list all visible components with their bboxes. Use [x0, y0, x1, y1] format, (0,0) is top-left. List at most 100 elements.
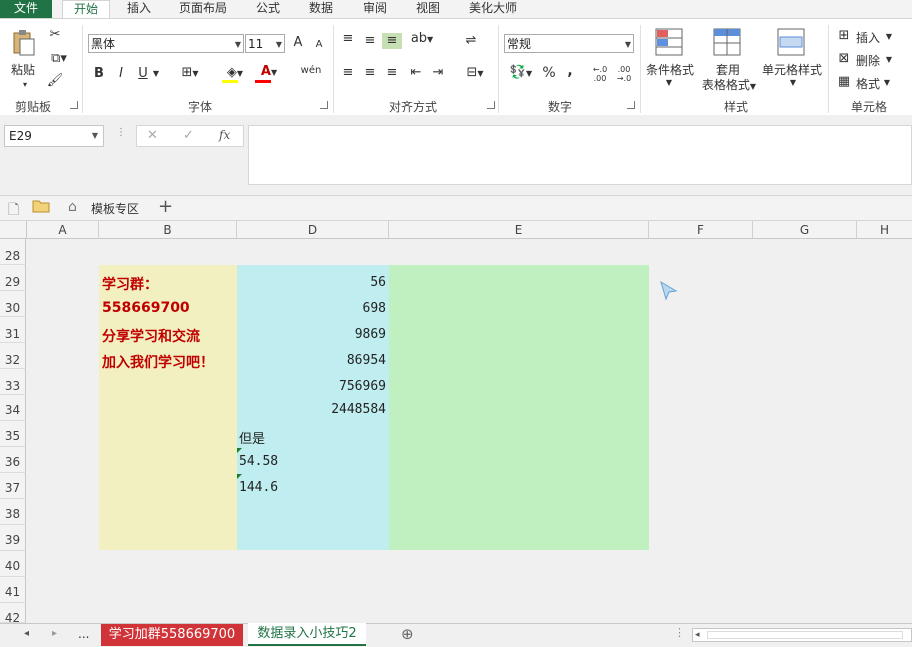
scroll-right-icon[interactable]: ▸ — [52, 628, 57, 639]
select-all-corner[interactable] — [0, 221, 27, 239]
font-color-icon[interactable]: A▼ — [254, 64, 284, 81]
wrap-text-icon[interactable]: ⇌ — [462, 33, 480, 49]
cell-b29[interactable]: 学习群： — [102, 274, 158, 294]
folder-icon[interactable] — [32, 198, 50, 218]
increase-indent-icon[interactable]: ⇥ — [430, 65, 446, 81]
chevron-down-icon[interactable]: ▼ — [150, 66, 162, 82]
number-launcher-icon[interactable] — [627, 101, 635, 109]
tab-beautify[interactable]: 美化大师 — [462, 0, 524, 18]
sheet-tab-1[interactable]: 学习加群558669700 — [101, 624, 243, 646]
decrease-decimal-icon[interactable]: .00 →.0 — [614, 65, 634, 83]
tab-data[interactable]: 数据 — [300, 0, 342, 18]
chevron-down-icon[interactable]: ▼ — [884, 29, 894, 45]
align-top-icon[interactable]: ≡ — [340, 31, 356, 47]
bold-button[interactable]: B — [92, 66, 106, 82]
cell-d34[interactable]: 2448584 — [237, 402, 389, 417]
row-header-42[interactable]: 42 — [0, 603, 26, 623]
tab-split-handle[interactable]: ⋮ — [674, 626, 685, 639]
tab-home[interactable]: 开始 — [62, 0, 110, 19]
format-cells-icon[interactable]: ▦ — [836, 74, 852, 90]
delete-cells-icon[interactable]: ⊠ — [836, 51, 852, 67]
align-center-icon[interactable]: ≡ — [362, 65, 378, 81]
insert-cells-icon[interactable]: ⊞ — [836, 28, 852, 44]
column-header-a[interactable]: A — [27, 221, 99, 239]
tab-page-layout[interactable]: 页面布局 — [172, 0, 234, 18]
tab-insert[interactable]: 插入 — [118, 0, 160, 18]
underline-button[interactable]: U — [136, 66, 150, 82]
alignment-launcher-icon[interactable] — [487, 101, 495, 109]
new-file-icon[interactable]: 🗋 — [8, 199, 19, 223]
number-format-select[interactable]: 常规 ▼ — [504, 34, 634, 53]
grow-font-icon[interactable]: A — [290, 35, 306, 51]
conditional-format-icon[interactable] — [654, 27, 684, 57]
format-cells-button[interactable]: 格式 — [854, 75, 882, 92]
row-header-34[interactable]: 34 — [0, 395, 26, 421]
cancel-icon[interactable]: ✕ — [147, 128, 158, 143]
table-format-button[interactable]: 表格格式▼ — [696, 76, 762, 93]
shrink-font-icon[interactable]: A — [312, 37, 326, 53]
cell-b30[interactable]: 558669700 — [102, 300, 190, 316]
horizontal-scrollbar[interactable]: ◂ — [692, 628, 912, 642]
cell-d37[interactable]: 144.6 — [236, 480, 278, 495]
scroll-left-icon[interactable]: ◂ — [24, 628, 29, 639]
scrollbar-thumb[interactable] — [707, 631, 903, 639]
row-header-32[interactable]: 32 — [0, 343, 26, 369]
row-header-31[interactable]: 31 — [0, 317, 26, 343]
comma-button[interactable]: , — [564, 63, 576, 79]
row-header-33[interactable]: 33 — [0, 369, 26, 395]
align-bottom-icon[interactable]: ≡ — [382, 33, 402, 49]
cell-d29[interactable]: 56 — [237, 275, 389, 290]
chevron-down-icon[interactable]: ▼ — [882, 75, 892, 91]
sheet-tab-2[interactable]: 数据录入小技巧2 — [248, 623, 366, 646]
row-header-39[interactable]: 39 — [0, 525, 26, 551]
cell-d36[interactable]: 54.58 — [236, 454, 278, 469]
column-header-d[interactable]: D — [237, 221, 389, 239]
scroll-left-arrow-icon[interactable]: ◂ — [695, 629, 700, 641]
tab-view[interactable]: 视图 — [407, 0, 449, 18]
cell-d32[interactable]: 86954 — [237, 353, 389, 368]
currency-icon[interactable]: 💱▼ — [506, 65, 536, 82]
cell-styles-icon[interactable] — [776, 27, 806, 57]
column-header-e[interactable]: E — [389, 221, 649, 239]
delete-cells-button[interactable]: 删除 — [854, 52, 882, 69]
row-header-28[interactable]: 28 — [0, 239, 26, 265]
paste-icon[interactable] — [10, 29, 36, 57]
cell-d33[interactable]: 756969 — [237, 379, 389, 394]
row-header-36[interactable]: 36 — [0, 447, 26, 473]
column-header-b[interactable]: B — [99, 221, 237, 239]
insert-cells-button[interactable]: 插入 — [854, 29, 882, 46]
add-sheet-icon[interactable]: ⊕ — [401, 625, 414, 643]
row-header-35[interactable]: 35 — [0, 421, 26, 447]
more-sheets-button[interactable]: ... — [78, 627, 89, 641]
cell-b31[interactable]: 分享学习和交流 — [102, 326, 200, 346]
column-header-f[interactable]: F — [649, 221, 753, 239]
phonetic-icon[interactable]: wén — [296, 63, 326, 79]
row-header-30[interactable]: 30 — [0, 291, 26, 317]
cell-d30[interactable]: 698 — [237, 301, 389, 316]
borders-icon[interactable]: ⊞▼ — [176, 65, 204, 82]
column-header-g[interactable]: G — [753, 221, 857, 239]
paste-dropdown-icon[interactable]: ▾ — [20, 77, 30, 93]
add-tab-icon[interactable]: + — [158, 196, 173, 217]
insert-function-icon[interactable]: fx — [219, 128, 230, 142]
tab-file[interactable]: 文件 — [0, 0, 52, 18]
percent-button[interactable]: % — [540, 65, 558, 81]
decrease-indent-icon[interactable]: ⇤ — [408, 65, 424, 81]
cell-b32[interactable]: 加入我们学习吧！ — [102, 352, 214, 372]
copy-icon[interactable]: ⧉▾ — [46, 51, 72, 67]
merge-center-icon[interactable]: ⊟▼ — [460, 65, 490, 82]
more-options-icon[interactable]: ⋮ — [116, 127, 126, 138]
cell-d31[interactable]: 9869 — [237, 327, 389, 342]
chevron-down-icon[interactable]: ▼ — [664, 75, 674, 91]
row-header-37[interactable]: 37 — [0, 473, 26, 499]
clipboard-launcher-icon[interactable] — [70, 101, 78, 109]
font-launcher-icon[interactable] — [320, 101, 328, 109]
home-icon[interactable]: ⌂ — [68, 199, 77, 215]
tab-formulas[interactable]: 公式 — [248, 0, 288, 18]
align-right-icon[interactable]: ≡ — [384, 65, 400, 81]
font-size-select[interactable]: 11 ▼ — [245, 34, 285, 53]
row-header-38[interactable]: 38 — [0, 499, 26, 525]
align-left-icon[interactable]: ≡ — [340, 65, 356, 81]
font-name-select[interactable]: 黑体 ▼ — [88, 34, 244, 53]
enter-icon[interactable]: ✓ — [183, 128, 194, 143]
